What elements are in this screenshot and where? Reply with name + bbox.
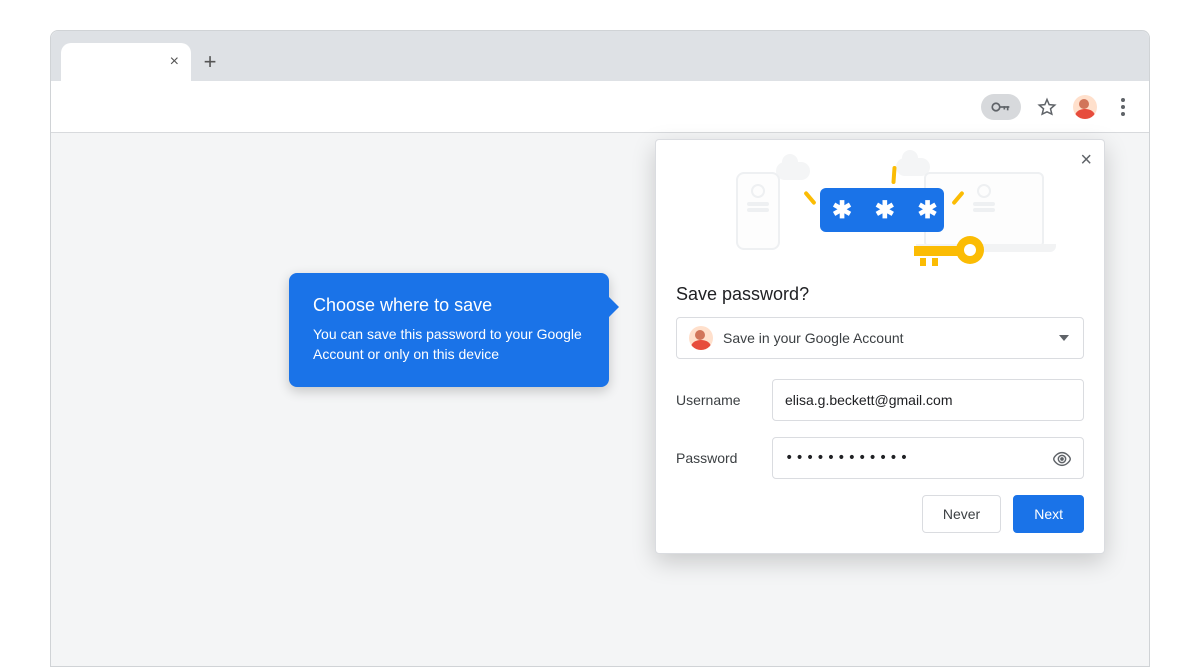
page-content: Choose where to save You can save this p… — [51, 133, 1149, 666]
password-row: Password •••••••••••• — [676, 437, 1084, 479]
save-location-label: Save in your Google Account — [723, 330, 904, 346]
bookmark-star-icon[interactable] — [1035, 95, 1059, 119]
hint-body: You can save this password to your Googl… — [313, 324, 585, 365]
username-label: Username — [676, 392, 772, 408]
save-password-popup: × ✱ ✱ ✱ — [655, 139, 1105, 554]
username-row: Username elisa.g.beckett@gmail.com — [676, 379, 1084, 421]
popup-title: Save password? — [676, 284, 1084, 305]
next-button[interactable]: Next — [1013, 495, 1084, 533]
key-icon — [914, 236, 984, 264]
save-location-hint: Choose where to save You can save this p… — [289, 273, 609, 387]
cloud-icon — [776, 162, 810, 180]
chevron-down-icon — [1059, 335, 1069, 341]
browser-tab[interactable]: × — [61, 43, 191, 81]
password-label: Password — [676, 450, 772, 466]
profile-avatar[interactable] — [1073, 95, 1097, 119]
username-value: elisa.g.beckett@gmail.com — [785, 392, 953, 408]
popup-actions: Never Next — [676, 495, 1084, 533]
account-avatar-icon — [689, 326, 713, 350]
spark-icon — [891, 166, 896, 184]
password-manager-icon[interactable] — [981, 94, 1021, 120]
password-input[interactable]: •••••••••••• — [772, 437, 1084, 479]
show-password-icon[interactable] — [1051, 448, 1073, 470]
never-button-label: Never — [943, 506, 980, 522]
spark-icon — [803, 191, 816, 206]
password-box-illustration: ✱ ✱ ✱ — [820, 188, 944, 232]
tab-strip: × + — [51, 31, 1149, 81]
address-bar — [51, 81, 1149, 133]
phone-illustration — [736, 172, 780, 250]
close-tab-icon[interactable]: × — [170, 54, 179, 70]
username-input[interactable]: elisa.g.beckett@gmail.com — [772, 379, 1084, 421]
next-button-label: Next — [1034, 506, 1063, 522]
never-button[interactable]: Never — [922, 495, 1001, 533]
save-location-select[interactable]: Save in your Google Account — [676, 317, 1084, 359]
popup-illustration: ✱ ✱ ✱ — [676, 154, 1084, 274]
hint-title: Choose where to save — [313, 295, 585, 316]
browser-menu-icon[interactable] — [1111, 95, 1135, 119]
new-tab-button[interactable]: + — [191, 43, 229, 81]
password-value: •••••••••••• — [785, 450, 910, 466]
browser-window: × + Choose where to save You can save th… — [50, 30, 1150, 667]
